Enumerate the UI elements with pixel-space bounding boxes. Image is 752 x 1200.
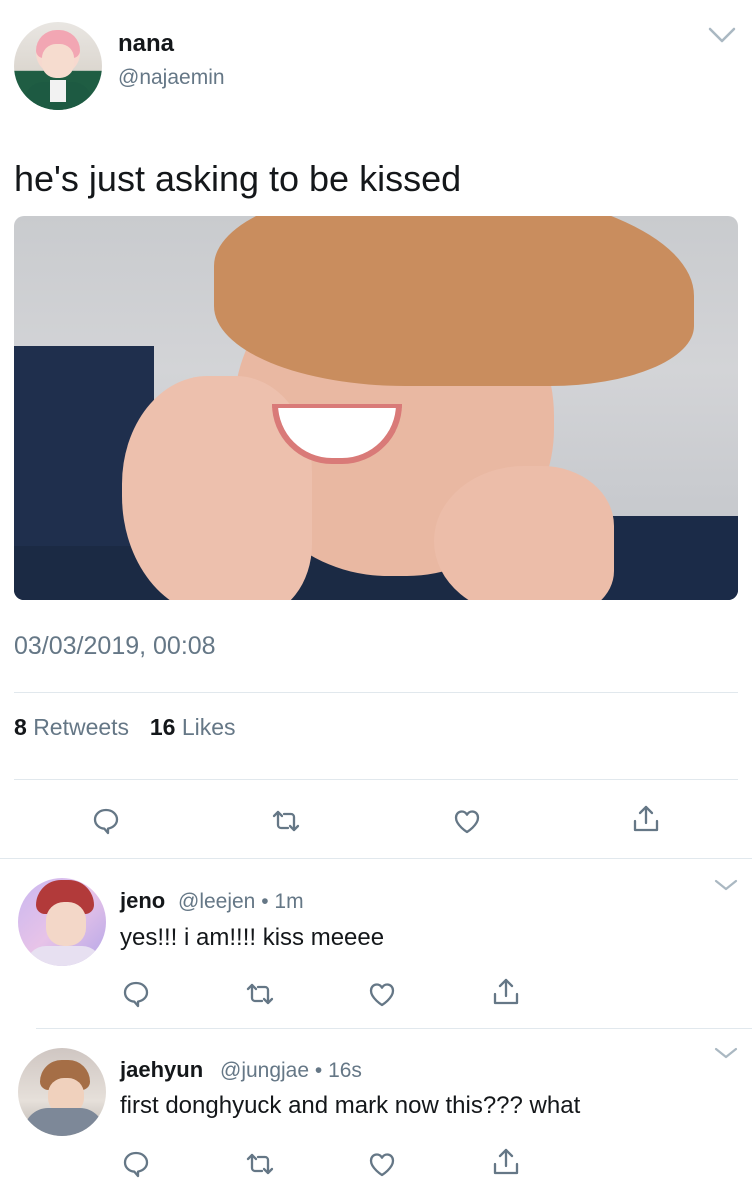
share-icon[interactable]: [490, 976, 522, 1008]
divider: [14, 692, 738, 693]
reply-icon[interactable]: [120, 978, 152, 1010]
reply-tweet[interactable]: jeno @leejen • 1m yes!!! i am!!!! kiss m…: [0, 860, 752, 1030]
reply-author-name[interactable]: jaehyun: [120, 1057, 203, 1083]
divider: [36, 1028, 752, 1029]
avatar[interactable]: [18, 878, 106, 966]
retweet-icon[interactable]: [244, 978, 276, 1010]
reply-author-name[interactable]: jeno: [120, 888, 165, 914]
tweet-text: he's just asking to be kissed: [14, 158, 462, 199]
chevron-down-icon[interactable]: [708, 26, 736, 44]
likes-label[interactable]: Likes: [182, 714, 236, 740]
divider: [14, 779, 738, 780]
retweets-count[interactable]: 8: [14, 714, 27, 740]
tweet-photo[interactable]: [14, 216, 738, 600]
heart-icon[interactable]: [451, 805, 483, 837]
reply-text: yes!!! i am!!!! kiss meeee: [120, 924, 385, 951]
author-name[interactable]: nana: [118, 30, 174, 58]
chevron-down-icon[interactable]: [712, 1044, 740, 1062]
reply-meta: @leejen • 1m: [178, 890, 304, 913]
heart-icon[interactable]: [366, 978, 398, 1010]
divider: [0, 858, 752, 859]
heart-icon[interactable]: [366, 1148, 398, 1180]
author-handle[interactable]: @najaemin: [118, 66, 225, 90]
share-icon[interactable]: [490, 1146, 522, 1178]
retweets-label[interactable]: Retweets: [33, 714, 129, 740]
retweet-icon[interactable]: [244, 1148, 276, 1180]
main-tweet: nana @najaemin he's just asking to be ki…: [0, 0, 752, 860]
likes-count[interactable]: 16: [150, 714, 176, 740]
avatar[interactable]: [18, 1048, 106, 1136]
tweet-stats: 8 Retweets 16 Likes: [14, 714, 236, 741]
tweet-actions: [0, 803, 752, 843]
reply-text: first donghyuck and mark now this??? wha…: [120, 1092, 581, 1119]
chevron-down-icon[interactable]: [712, 876, 740, 894]
retweet-icon[interactable]: [270, 805, 302, 837]
share-icon[interactable]: [630, 803, 662, 835]
reply-icon[interactable]: [90, 805, 122, 837]
tweet-timestamp: 03/03/2019, 00:08: [14, 632, 216, 660]
avatar[interactable]: [14, 22, 102, 110]
reply-meta: @jungjae • 16s: [220, 1059, 362, 1082]
reply-icon[interactable]: [120, 1148, 152, 1180]
reply-tweet[interactable]: jaehyun @jungjae • 16s first donghyuck a…: [0, 1030, 752, 1200]
